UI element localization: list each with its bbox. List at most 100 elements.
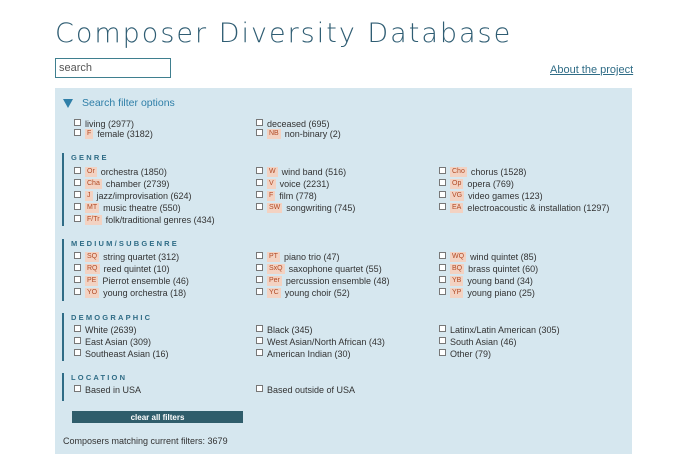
checkbox-icon[interactable]: [74, 287, 81, 295]
filter-option[interactable]: PE Pierrot ensemble (46): [74, 275, 189, 287]
checkbox-icon[interactable]: [256, 128, 263, 136]
filter-option[interactable]: American Indian (30): [256, 348, 351, 360]
checkbox-icon[interactable]: [256, 178, 263, 186]
checkbox-icon[interactable]: [256, 384, 263, 392]
checkbox-icon[interactable]: [256, 190, 263, 198]
page-title: Composer Diversity Database: [55, 18, 513, 49]
checkbox-icon[interactable]: [439, 251, 446, 259]
filter-option[interactable]: VG video games (123): [439, 190, 543, 202]
checkbox-icon[interactable]: [439, 166, 446, 174]
checkbox-icon[interactable]: [439, 324, 446, 332]
checkbox-icon[interactable]: [74, 263, 81, 271]
filter-badge: SxQ: [267, 264, 285, 274]
checkbox-icon[interactable]: [439, 336, 446, 344]
filter-option-label: young choir (52): [284, 288, 350, 298]
filter-option[interactable]: West Asian/North African (43): [256, 336, 385, 348]
checkbox-icon[interactable]: [256, 348, 263, 356]
filter-option-label: songwriting (745): [286, 203, 356, 213]
checkbox-icon[interactable]: [74, 275, 81, 283]
filter-option[interactable]: Ffilm (778): [256, 190, 317, 202]
filter-option[interactable]: Other (79): [439, 348, 491, 360]
checkbox-icon[interactable]: [256, 118, 263, 126]
filter-option-label: chamber (2739): [105, 179, 170, 189]
checkbox-icon[interactable]: [74, 251, 81, 259]
filter-options-toggle[interactable]: Search filter options: [63, 97, 175, 109]
checkbox-icon[interactable]: [74, 336, 81, 344]
filter-option[interactable]: SQ string quartet (312): [74, 251, 179, 263]
filter-option-label: electroacoustic & installation (1297): [467, 203, 610, 213]
checkbox-icon[interactable]: [74, 348, 81, 356]
about-project-link[interactable]: About the project: [550, 64, 633, 76]
checkbox-icon[interactable]: [439, 178, 446, 186]
filter-badge: Op: [450, 179, 464, 189]
filter-option[interactable]: F female (3182): [74, 128, 153, 140]
checkbox-icon[interactable]: [439, 190, 446, 198]
filter-option-label: Other (79): [450, 349, 492, 359]
filter-option[interactable]: Cha chamber (2739): [74, 178, 169, 190]
filter-option[interactable]: F/Tr folk/traditional genres (434): [74, 214, 215, 226]
filter-option[interactable]: East Asian (309): [74, 336, 151, 348]
checkbox-icon[interactable]: [256, 287, 263, 295]
filter-option[interactable]: SW songwriting (745): [256, 202, 355, 214]
checkbox-icon[interactable]: [256, 166, 263, 174]
filter-option[interactable]: Based outside of USA: [256, 384, 355, 396]
filter-option[interactable]: Jjazz/improvisation (624): [74, 190, 192, 202]
filter-option[interactable]: South Asian (46): [439, 336, 517, 348]
filter-badge: J: [85, 191, 93, 201]
filter-option[interactable]: Wwind band (516): [256, 166, 346, 178]
checkbox-icon[interactable]: [74, 324, 81, 332]
search-input[interactable]: [55, 58, 171, 78]
checkbox-icon[interactable]: [74, 118, 81, 126]
filter-option[interactable]: YO young orchestra (18): [74, 287, 186, 299]
checkbox-icon[interactable]: [74, 128, 81, 136]
checkbox-icon[interactable]: [439, 275, 446, 283]
checkbox-icon[interactable]: [256, 202, 263, 210]
filter-option[interactable]: EA electroacoustic & installation (1297): [439, 202, 609, 214]
checkbox-icon[interactable]: [256, 324, 263, 332]
filter-option[interactable]: YP young piano (25): [439, 287, 535, 299]
checkbox-icon[interactable]: [256, 263, 263, 271]
filter-option[interactable]: NB non-binary (2): [256, 128, 341, 140]
filter-option-label: piano trio (47): [283, 252, 340, 262]
filter-option[interactable]: BQ brass quintet (60): [439, 263, 538, 275]
checkbox-icon[interactable]: [439, 202, 446, 210]
filter-option[interactable]: MT music theatre (550): [74, 202, 181, 214]
checkbox-icon[interactable]: [256, 275, 263, 283]
filter-option[interactable]: WQ wind quintet (85): [439, 251, 537, 263]
checkbox-icon[interactable]: [439, 287, 446, 295]
checkbox-icon[interactable]: [74, 384, 81, 392]
search-filter-panel: Search filter options living (2977) dece…: [55, 88, 632, 454]
filter-option[interactable]: PT piano trio (47): [256, 251, 339, 263]
filter-option[interactable]: Op opera (769): [439, 178, 514, 190]
filter-option[interactable]: RQ reed quintet (10): [74, 263, 170, 275]
filter-option[interactable]: Vvoice (2231): [256, 178, 329, 190]
filter-option[interactable]: SxQ saxophone quartet (55): [256, 263, 382, 275]
filter-option[interactable]: YC young choir (52): [256, 287, 350, 299]
checkbox-icon[interactable]: [439, 348, 446, 356]
checkbox-icon[interactable]: [256, 251, 263, 259]
checkbox-icon[interactable]: [74, 202, 81, 210]
filter-option[interactable]: YB young band (34): [439, 275, 533, 287]
checkbox-icon[interactable]: [256, 336, 263, 344]
filter-option-label: Based in USA: [85, 385, 142, 395]
clear-all-filters-button[interactable]: clear all filters: [72, 411, 243, 423]
filter-option[interactable]: White (2639): [74, 324, 137, 336]
filter-option[interactable]: Black (345): [256, 324, 313, 336]
filter-badge: Cho: [450, 167, 467, 177]
filter-option[interactable]: Or orchestra (1850): [74, 166, 167, 178]
checkbox-icon[interactable]: [74, 178, 81, 186]
filter-option-label: music theatre (550): [103, 203, 181, 213]
triangle-down-icon: [63, 98, 73, 108]
section-title: LOCATION: [71, 373, 128, 382]
section-title: DEMOGRAPHIC: [71, 313, 153, 322]
checkbox-icon[interactable]: [439, 263, 446, 271]
checkbox-icon[interactable]: [74, 214, 81, 222]
match-count: Composers matching current filters: 3679: [63, 436, 228, 446]
filter-option[interactable]: Southeast Asian (16): [74, 348, 169, 360]
checkbox-icon[interactable]: [74, 190, 81, 198]
filter-option[interactable]: Based in USA: [74, 384, 141, 396]
filter-option[interactable]: Per percussion ensemble (48): [256, 275, 389, 287]
filter-option[interactable]: Cho chorus (1528): [439, 166, 526, 178]
filter-option[interactable]: Latinx/Latin American (305): [439, 324, 560, 336]
checkbox-icon[interactable]: [74, 166, 81, 174]
